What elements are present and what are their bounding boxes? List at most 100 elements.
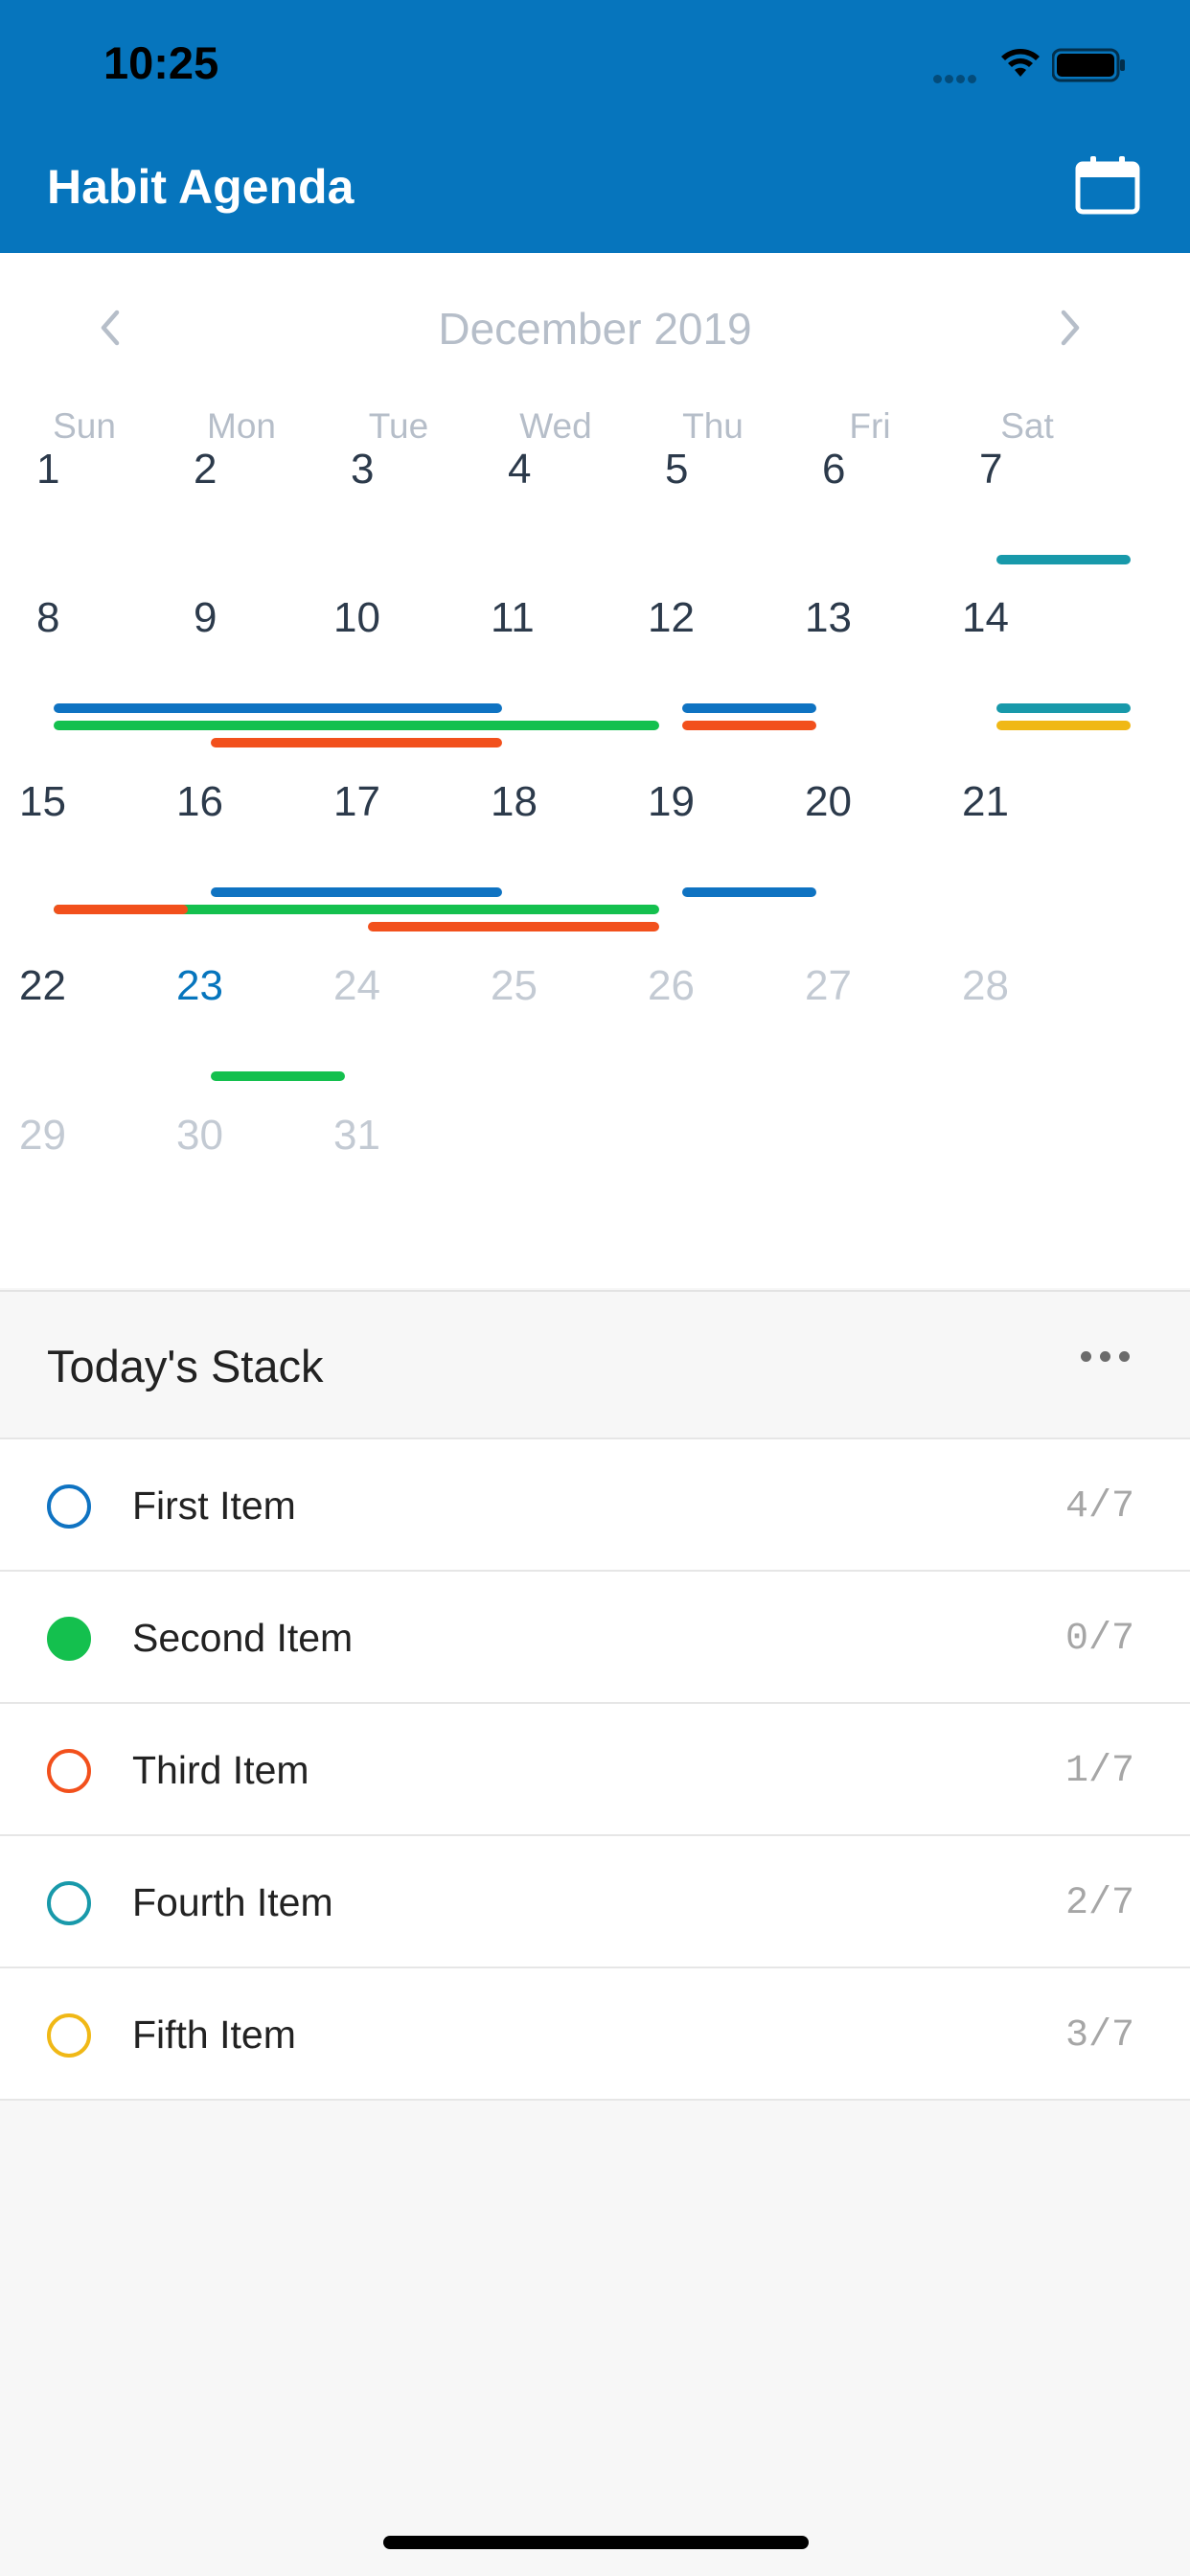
calendar-day[interactable]: 17 — [314, 778, 471, 893]
calendar-day[interactable]: 19 — [629, 778, 786, 893]
day-number: 3 — [351, 446, 375, 493]
day-number: 21 — [962, 778, 1009, 825]
habit-check-circle[interactable] — [47, 1617, 91, 1661]
list-item[interactable]: Fifth Item 3/7 — [0, 1968, 1190, 2101]
item-label: Fifth Item — [132, 2012, 296, 2057]
day-number: 5 — [665, 446, 689, 493]
calendar-day[interactable]: 10 — [314, 594, 471, 709]
item-count: 4/7 — [1064, 1485, 1134, 1529]
calendar-day[interactable]: 8 — [0, 594, 157, 709]
habit-bar-blue — [211, 887, 502, 897]
weekday-wed: Wed — [519, 406, 592, 446]
day-number: 6 — [822, 446, 846, 493]
day-number: 16 — [176, 778, 223, 825]
battery-icon — [1052, 48, 1125, 82]
calendar-day: 26 — [629, 962, 786, 1077]
more-dots-icon — [1081, 1351, 1091, 1362]
item-label: Third Item — [132, 1748, 309, 1792]
day-number: 15 — [19, 778, 66, 825]
habit-bar-green — [54, 721, 659, 730]
calendar-day: 25 — [471, 962, 629, 1077]
weekday-sat: Sat — [1000, 406, 1054, 446]
status-time: 10:25 — [103, 37, 219, 88]
day-number: 1 — [36, 446, 60, 493]
month-label: December 2019 — [438, 304, 752, 354]
habit-bar-blue — [54, 703, 502, 713]
calendar-day: 31 — [314, 1112, 471, 1227]
calendar-day[interactable]: 4 — [471, 446, 629, 561]
list-item[interactable]: Second Item 0/7 — [0, 1572, 1190, 1704]
stack-list: First Item 4/7 Second Item 0/7 Third Item 1/7… — [0, 1438, 1190, 2101]
calendar-day[interactable]: 16 — [157, 778, 314, 893]
chevron-right-icon — [1061, 310, 1080, 346]
app-header: 10:25 Habit Agenda — [0, 0, 1190, 253]
day-number: 25 — [491, 962, 538, 1009]
weekday-fri: Fri — [849, 406, 891, 446]
item-count: 0/7 — [1064, 1618, 1134, 1661]
habit-bar-teal — [996, 703, 1131, 713]
day-number: 24 — [333, 962, 380, 1009]
calendar-day[interactable]: 13 — [786, 594, 943, 709]
item-count: 1/7 — [1064, 1750, 1134, 1793]
calendar-day[interactable]: 22 — [0, 962, 157, 1077]
day-number: 14 — [962, 594, 1009, 641]
day-number: 7 — [979, 446, 1003, 493]
calendar-day: 30 — [157, 1112, 314, 1227]
habit-check-circle[interactable] — [47, 2013, 91, 2058]
day-number: 30 — [176, 1112, 223, 1159]
wifi-icon — [1001, 49, 1040, 77]
day-number: 31 — [333, 1112, 380, 1159]
day-number: 12 — [648, 594, 695, 641]
calendar-day[interactable]: 14 — [943, 594, 1100, 709]
calendar-day[interactable]: 18 — [471, 778, 629, 893]
day-number: 9 — [194, 594, 217, 641]
day-number: 10 — [333, 594, 380, 641]
calendar-day[interactable]: 23 — [157, 962, 314, 1077]
day-number: 19 — [648, 778, 695, 825]
calendar-day[interactable]: 3 — [314, 446, 471, 561]
weekday-sun: Sun — [53, 406, 116, 446]
calendar-day[interactable]: 15 — [0, 778, 157, 893]
calendar-button[interactable] — [1075, 155, 1140, 215]
calendar-day: 27 — [786, 962, 943, 1077]
home-indicator — [383, 2536, 809, 2549]
habit-bar-orange — [368, 922, 659, 932]
day-number: 13 — [805, 594, 852, 641]
habit-bar-green — [211, 1071, 345, 1081]
list-item[interactable]: Third Item 1/7 — [0, 1704, 1190, 1836]
list-item[interactable]: Fourth Item 2/7 — [0, 1836, 1190, 1968]
calendar-day[interactable]: 2 — [157, 446, 314, 561]
calendar-day[interactable]: 5 — [629, 446, 786, 561]
day-number: 18 — [491, 778, 538, 825]
calendar-day[interactable]: 12 — [629, 594, 786, 709]
habit-check-circle[interactable] — [47, 1881, 91, 1925]
signal-icon — [933, 71, 979, 88]
calendar-day[interactable]: 20 — [786, 778, 943, 893]
weekday-mon: Mon — [207, 406, 276, 446]
day-number: 2 — [194, 446, 217, 493]
list-item[interactable]: First Item 4/7 — [0, 1439, 1190, 1572]
habit-bar-orange — [211, 738, 502, 748]
next-month-button[interactable] — [1041, 299, 1098, 356]
day-number: 8 — [36, 594, 60, 641]
calendar-day[interactable]: 11 — [471, 594, 629, 709]
calendar-day[interactable]: 1 — [0, 446, 157, 561]
habit-check-circle[interactable] — [47, 1749, 91, 1793]
calendar-day[interactable]: 7 — [943, 446, 1100, 561]
weekday-tue: Tue — [368, 406, 429, 446]
day-number: 17 — [333, 778, 380, 825]
calendar-day[interactable]: 9 — [157, 594, 314, 709]
habit-bar-blue — [682, 703, 816, 713]
more-button[interactable] — [1081, 1349, 1142, 1378]
calendar-day[interactable]: 21 — [943, 778, 1100, 893]
habit-bar-yellow — [996, 721, 1131, 730]
day-number: 29 — [19, 1112, 66, 1159]
item-label: First Item — [132, 1484, 296, 1528]
calendar-day[interactable]: 6 — [786, 446, 943, 561]
day-number: 28 — [962, 962, 1009, 1009]
calendar-icon — [1075, 156, 1140, 215]
day-number: 11 — [491, 594, 535, 641]
habit-check-circle[interactable] — [47, 1484, 91, 1529]
day-number: 27 — [805, 962, 852, 1009]
habit-bar-orange — [54, 905, 188, 914]
